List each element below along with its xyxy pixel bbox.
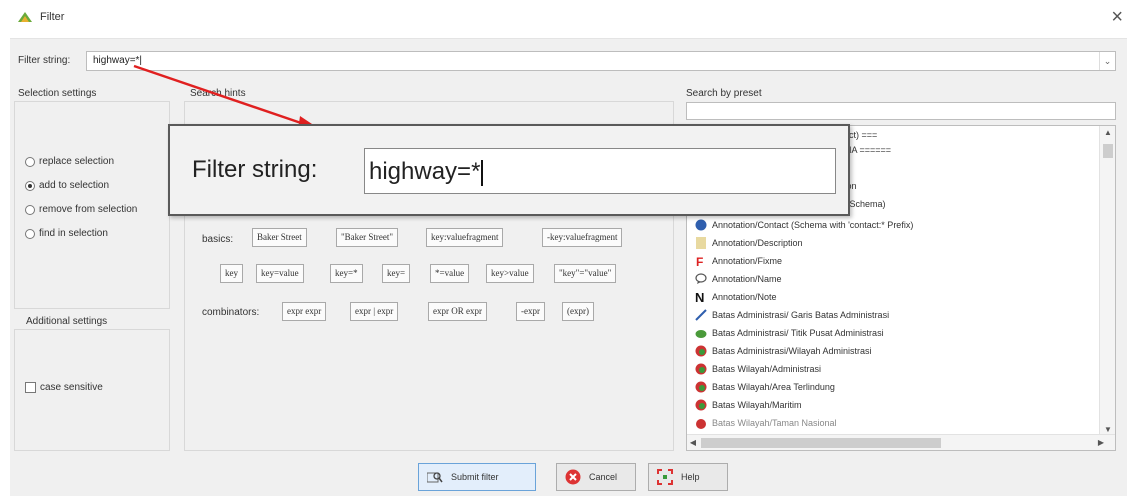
- hint-key[interactable]: key: [220, 264, 243, 283]
- preset-item[interactable]: Batas Administrasi/ Garis Batas Administ…: [695, 309, 889, 321]
- window-title: Filter: [40, 11, 65, 23]
- radio-label: add to selection: [39, 180, 110, 191]
- description-icon: [696, 237, 706, 249]
- hint-key-value-fragment[interactable]: key:valuefragment: [426, 228, 504, 247]
- globe-icon: [695, 399, 707, 411]
- preset-horizontal-scrollbar[interactable]: ◀ ▶: [687, 434, 1115, 450]
- hint-negate-expr[interactable]: -expr: [516, 302, 545, 321]
- note-icon: N: [695, 291, 704, 303]
- submit-filter-label: Submit filter: [451, 472, 499, 482]
- zoom-callout: Filter string: highway=*: [168, 124, 850, 216]
- hint-negated-key-value-fragment[interactable]: -key:valuefragment: [542, 228, 623, 247]
- preset-item[interactable]: Annotation/Description: [695, 237, 803, 249]
- search-icon: [427, 472, 443, 483]
- radio-replace-selection[interactable]: replace selection: [25, 156, 114, 167]
- park-icon: [696, 419, 706, 429]
- combinators-label: combinators:: [202, 307, 260, 318]
- scroll-up-icon[interactable]: ▲: [1100, 128, 1115, 137]
- preset-item[interactable]: Batas Administrasi/ Titik Pusat Administ…: [695, 327, 884, 339]
- radio-indicator[interactable]: [25, 180, 35, 191]
- svg-text:F: F: [696, 255, 703, 267]
- radio-indicator[interactable]: [25, 156, 35, 167]
- selection-settings-title: Selection settings: [18, 88, 97, 99]
- hint-expr-or[interactable]: expr OR expr: [428, 302, 487, 321]
- fixme-icon: F: [696, 255, 703, 267]
- hint-group-expr[interactable]: (expr): [562, 302, 594, 321]
- preset-item[interactable]: Annotation/Contact (Schema with 'contact…: [695, 219, 913, 231]
- radio-label: replace selection: [39, 156, 115, 167]
- radio-indicator[interactable]: [25, 228, 35, 239]
- chevron-down-icon[interactable]: ⌄: [1099, 52, 1115, 70]
- hint-star-equals-value[interactable]: *=value: [430, 264, 470, 283]
- preset-item[interactable]: Annotation/Name: [695, 273, 782, 285]
- preset-search-input[interactable]: [686, 102, 1116, 120]
- filter-string-label: Filter string:: [18, 55, 71, 66]
- globe-icon: [695, 381, 707, 393]
- zoom-filter-input: highway=*: [364, 148, 836, 194]
- cancel-label: Cancel: [589, 472, 618, 482]
- text-caret: [481, 159, 484, 186]
- preset-vertical-scrollbar[interactable]: ▲ ▼: [1099, 126, 1115, 436]
- preset-item[interactable]: Batas Wilayah/Area Terlindung: [695, 381, 835, 393]
- checkbox-indicator[interactable]: [25, 382, 36, 393]
- help-label: Help: [681, 472, 700, 482]
- title-bar: Filter ×: [0, 0, 1137, 38]
- radio-add-to-selection[interactable]: add to selection: [25, 180, 109, 191]
- cancel-icon: [565, 469, 581, 485]
- globe-icon: [695, 363, 707, 375]
- help-button[interactable]: Help: [648, 463, 728, 491]
- zoom-filter-label: Filter string:: [192, 156, 318, 183]
- hint-quoted-key-value[interactable]: "key"="value": [554, 264, 617, 283]
- radio-label: remove from selection: [39, 204, 138, 215]
- preset-item[interactable]: Batas Administrasi/Wilayah Administrasi: [695, 345, 872, 357]
- admin-center-icon: [695, 330, 707, 338]
- hint-key-equals[interactable]: key=: [382, 264, 411, 283]
- hint-key-equals-value[interactable]: key=value: [256, 264, 304, 283]
- name-icon: [695, 273, 707, 284]
- hint-expr-and[interactable]: expr expr: [282, 302, 327, 321]
- scroll-down-icon[interactable]: ▼: [1100, 425, 1115, 434]
- preset-item[interactable]: Batas Wilayah/Taman Nasional: [695, 417, 837, 429]
- preset-item[interactable]: N Annotation/Note: [695, 291, 777, 303]
- scroll-left-icon[interactable]: ◀: [687, 438, 699, 447]
- checkbox-label: case sensitive: [40, 382, 103, 393]
- filter-dialog: Filter string: highway=*| ⌄ Selection se…: [10, 38, 1127, 496]
- search-by-preset-title: Search by preset: [686, 88, 762, 99]
- zoom-filter-value: highway=*: [369, 158, 484, 186]
- cancel-button[interactable]: Cancel: [556, 463, 636, 491]
- scroll-thumb[interactable]: [1103, 144, 1113, 158]
- hint-key-greater-value[interactable]: key>value: [486, 264, 534, 283]
- svg-text:N: N: [695, 291, 704, 303]
- search-hints-title: Search hints: [190, 88, 246, 99]
- filter-app-icon: [18, 12, 32, 22]
- filter-string-row: Filter string: highway=*| ⌄: [10, 49, 1127, 73]
- hint-baker-street[interactable]: Baker Street: [252, 228, 307, 247]
- hint-expr-pipe[interactable]: expr | expr: [350, 302, 399, 321]
- additional-settings-title: Additional settings: [26, 316, 108, 327]
- contact-icon: [695, 219, 707, 231]
- radio-indicator[interactable]: [25, 204, 35, 215]
- filter-string-input[interactable]: highway=*| ⌄: [86, 51, 1116, 71]
- filter-string-value: highway=*|: [93, 55, 143, 66]
- radio-remove-from-selection[interactable]: remove from selection: [25, 204, 137, 215]
- case-sensitive-checkbox[interactable]: case sensitive: [25, 382, 103, 393]
- radio-label: find in selection: [39, 228, 108, 239]
- hint-quoted-baker-street[interactable]: "Baker Street": [336, 228, 399, 247]
- submit-filter-button[interactable]: Submit filter: [418, 463, 536, 491]
- globe-icon: [695, 345, 707, 357]
- scroll-thumb[interactable]: [701, 438, 941, 448]
- selection-settings-panel: replace selection add to selection remov…: [14, 101, 170, 309]
- basics-label: basics:: [202, 234, 234, 245]
- radio-find-in-selection[interactable]: find in selection: [25, 228, 108, 239]
- preset-item[interactable]: Batas Wilayah/Administrasi: [695, 363, 821, 375]
- preset-item[interactable]: Batas Wilayah/Maritim: [695, 399, 802, 411]
- preset-item[interactable]: F Annotation/Fixme: [695, 255, 782, 267]
- boundary-line-icon: [695, 309, 707, 321]
- close-icon[interactable]: ×: [1111, 6, 1123, 29]
- help-icon: [657, 469, 673, 485]
- additional-settings-panel: case sensitive: [14, 329, 170, 451]
- hint-key-equals-star[interactable]: key=*: [330, 264, 363, 283]
- scroll-right-icon[interactable]: ▶: [1095, 438, 1107, 447]
